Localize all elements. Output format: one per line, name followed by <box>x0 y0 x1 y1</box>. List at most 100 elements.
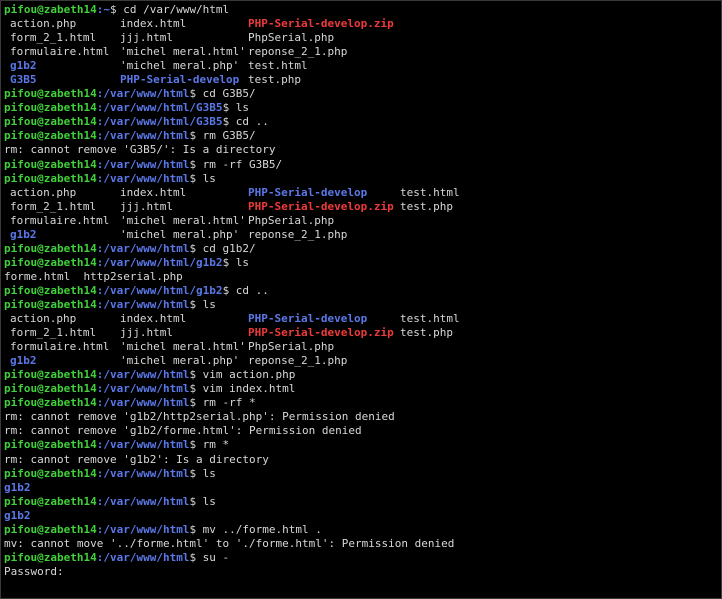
command-text: $ rm -rf G3B5/ <box>189 157 283 171</box>
file-entry: action.php <box>10 17 77 31</box>
terminal-window[interactable]: pifou@zabeth14:~$ cd /var/www/html action… <box>0 0 722 599</box>
file-entry: test.html <box>400 185 460 199</box>
command-text: $ su - <box>189 550 230 564</box>
file-entry: form_2_1.html <box>10 326 97 340</box>
terminal-line: Password: <box>4 565 718 579</box>
file-entry: index.html <box>120 312 187 326</box>
directory-entry: g1b2 <box>4 508 31 522</box>
file-entry: formulaire.html <box>10 213 110 227</box>
file-entry: 'michel meral.html' <box>120 213 246 227</box>
file-entry: action.php <box>10 312 77 326</box>
directory-entry: PHP-Serial-develop <box>248 185 368 199</box>
terminal-line: rm: cannot remove 'G3B5/': Is a director… <box>4 143 718 157</box>
prompt-path: :/var/www/html <box>96 157 190 171</box>
prompt-path: :/var/www/html <box>96 241 190 255</box>
prompt-user: pifou@zabeth14 <box>4 368 97 382</box>
output-text: mv: cannot move '../forme.html' to './fo… <box>4 536 455 550</box>
prompt-path: :/var/www/html <box>96 382 190 396</box>
terminal-line: action.php index.html PHP-Serial-develop te… <box>4 312 718 326</box>
file-entry: jjj.html <box>120 326 173 340</box>
terminal-line: g1b2 'michel meral.php' reponse_2_1.php <box>4 228 718 242</box>
file-entry: test.html <box>400 312 460 326</box>
prompt-user: pifou@zabeth14 <box>4 494 97 508</box>
output-text: rm: cannot remove 'G3B5/': Is a director… <box>4 143 276 157</box>
command-text: $ ls <box>222 255 250 269</box>
terminal-line: forme.html http2serial.php <box>4 270 718 284</box>
terminal-line: form_2_1.html jjj.html PHP-Serial-develop.… <box>4 326 718 340</box>
prompt-path: :/var/www/html <box>96 129 190 143</box>
terminal-line: formulaire.html 'michel meral.html' PhpSer… <box>4 214 718 228</box>
directory-entry: g1b2 <box>4 480 31 494</box>
terminal-line: form_2_1.html jjj.html PhpSerial.php <box>4 31 718 45</box>
directory-entry: g1b2 <box>10 354 37 368</box>
file-entry: PhpSerial.php <box>248 340 335 354</box>
file-entry: jjj.html <box>120 31 173 45</box>
terminal-line: pifou@zabeth14:/var/www/html/G3B5$ cd .. <box>4 115 718 129</box>
terminal-line: pifou@zabeth14:/var/www/html$ vim action… <box>4 368 718 382</box>
directory-entry: PHP-Serial-develop <box>120 73 240 87</box>
command-text: $ cd g1b2/ <box>189 241 256 255</box>
terminal-line: pifou@zabeth14:/var/www/html$ rm -rf G3B… <box>4 158 718 172</box>
terminal-line: pifou@zabeth14:/var/www/html$ cd G3B5/ <box>4 87 718 101</box>
command-text: $ cd .. <box>222 115 269 129</box>
prompt-user: pifou@zabeth14 <box>4 3 97 16</box>
prompt-path: :/var/www/html <box>96 297 190 311</box>
prompt-user: pifou@zabeth14 <box>4 382 97 396</box>
terminal-line: form_2_1.html jjj.html PHP-Serial-develop.… <box>4 200 718 214</box>
output-text: forme.html http2serial.php <box>4 269 183 283</box>
prompt-path: :/var/www/html <box>96 87 190 101</box>
prompt-path: :/var/www/html/G3B5 <box>96 115 223 129</box>
prompt-path: :/var/www/html <box>96 368 190 382</box>
directory-entry: PHP-Serial-develop <box>248 312 368 326</box>
prompt-user: pifou@zabeth14 <box>4 522 97 536</box>
prompt-user: pifou@zabeth14 <box>4 297 97 311</box>
command-text: $ ls <box>189 466 216 480</box>
terminal-line: g1b2 <box>4 481 718 495</box>
file-entry: PhpSerial.php <box>248 31 335 45</box>
file-entry: test.php <box>248 73 301 87</box>
output-text: rm: cannot remove 'g1b2/forme.html': Per… <box>4 424 362 438</box>
file-entry: formulaire.html <box>10 45 110 59</box>
terminal-line: pifou@zabeth14:/var/www/html$ cd g1b2/ <box>4 242 718 256</box>
terminal-line: pifou@zabeth14:/var/www/html$ vim index.… <box>4 382 718 396</box>
terminal-line: pifou@zabeth14:/var/www/html$ rm G3B5/ <box>4 129 718 143</box>
command-text: $ cd G3B5/ <box>189 87 256 101</box>
terminal-line: g1b2 'michel meral.php' test.html <box>4 59 718 73</box>
prompt-path: :/var/www/html/G3B5 <box>96 101 223 115</box>
prompt-path: :/var/www/html/g1b2 <box>96 255 223 269</box>
terminal-line: pifou@zabeth14:/var/www/html/g1b2$ cd .. <box>4 284 718 298</box>
terminal-line: action.php index.html PHP-Serial-develop.z… <box>4 17 718 31</box>
prompt-user: pifou@zabeth14 <box>4 101 97 115</box>
terminal-line: pifou@zabeth14:~$ cd /var/www/html <box>4 3 718 17</box>
terminal-line: pifou@zabeth14:/var/www/html$ rm -rf * <box>4 396 718 410</box>
command-text: $ rm -rf * <box>189 396 256 410</box>
file-entry: test.php <box>400 326 453 340</box>
terminal-line: pifou@zabeth14:/var/www/html/G3B5$ ls <box>4 101 718 115</box>
prompt-user: pifou@zabeth14 <box>4 550 97 564</box>
file-entry: 'michel meral.html' <box>120 45 246 59</box>
prompt-path: :/var/www/html <box>96 550 190 564</box>
terminal-line: rm: cannot remove 'g1b2/http2serial.php'… <box>4 410 718 424</box>
prompt-user: pifou@zabeth14 <box>4 396 97 410</box>
prompt-user: pifou@zabeth14 <box>4 241 97 255</box>
prompt-path: :/var/www/html <box>96 438 190 452</box>
prompt-path: :/var/www/html <box>96 396 190 410</box>
terminal-line: pifou@zabeth14:/var/www/html$ ls <box>4 495 718 509</box>
directory-entry: g1b2 <box>10 227 37 241</box>
terminal-line: pifou@zabeth14:/var/www/html$ su - <box>4 551 718 565</box>
prompt-user: pifou@zabeth14 <box>4 87 97 101</box>
file-entry: test.php <box>400 199 453 213</box>
file-entry: 'michel meral.php' <box>120 354 240 368</box>
terminal-line: pifou@zabeth14:/var/www/html$ ls <box>4 172 718 186</box>
command-text: $ cd /var/www/html <box>109 3 230 16</box>
file-entry: form_2_1.html <box>10 31 97 45</box>
file-entry: reponse_2_1.php <box>248 354 348 368</box>
terminal-line: pifou@zabeth14:/var/www/html/g1b2$ ls <box>4 256 718 270</box>
directory-entry: G3B5 <box>10 73 37 87</box>
prompt-user: pifou@zabeth14 <box>4 129 97 143</box>
terminal-line: g1b2 <box>4 509 718 523</box>
file-entry: PhpSerial.php <box>248 213 335 227</box>
prompt-path: :/var/www/html/g1b2 <box>96 283 223 297</box>
file-entry: PHP-Serial-develop.zip <box>248 17 394 31</box>
prompt-path: :/var/www/html <box>96 466 190 480</box>
